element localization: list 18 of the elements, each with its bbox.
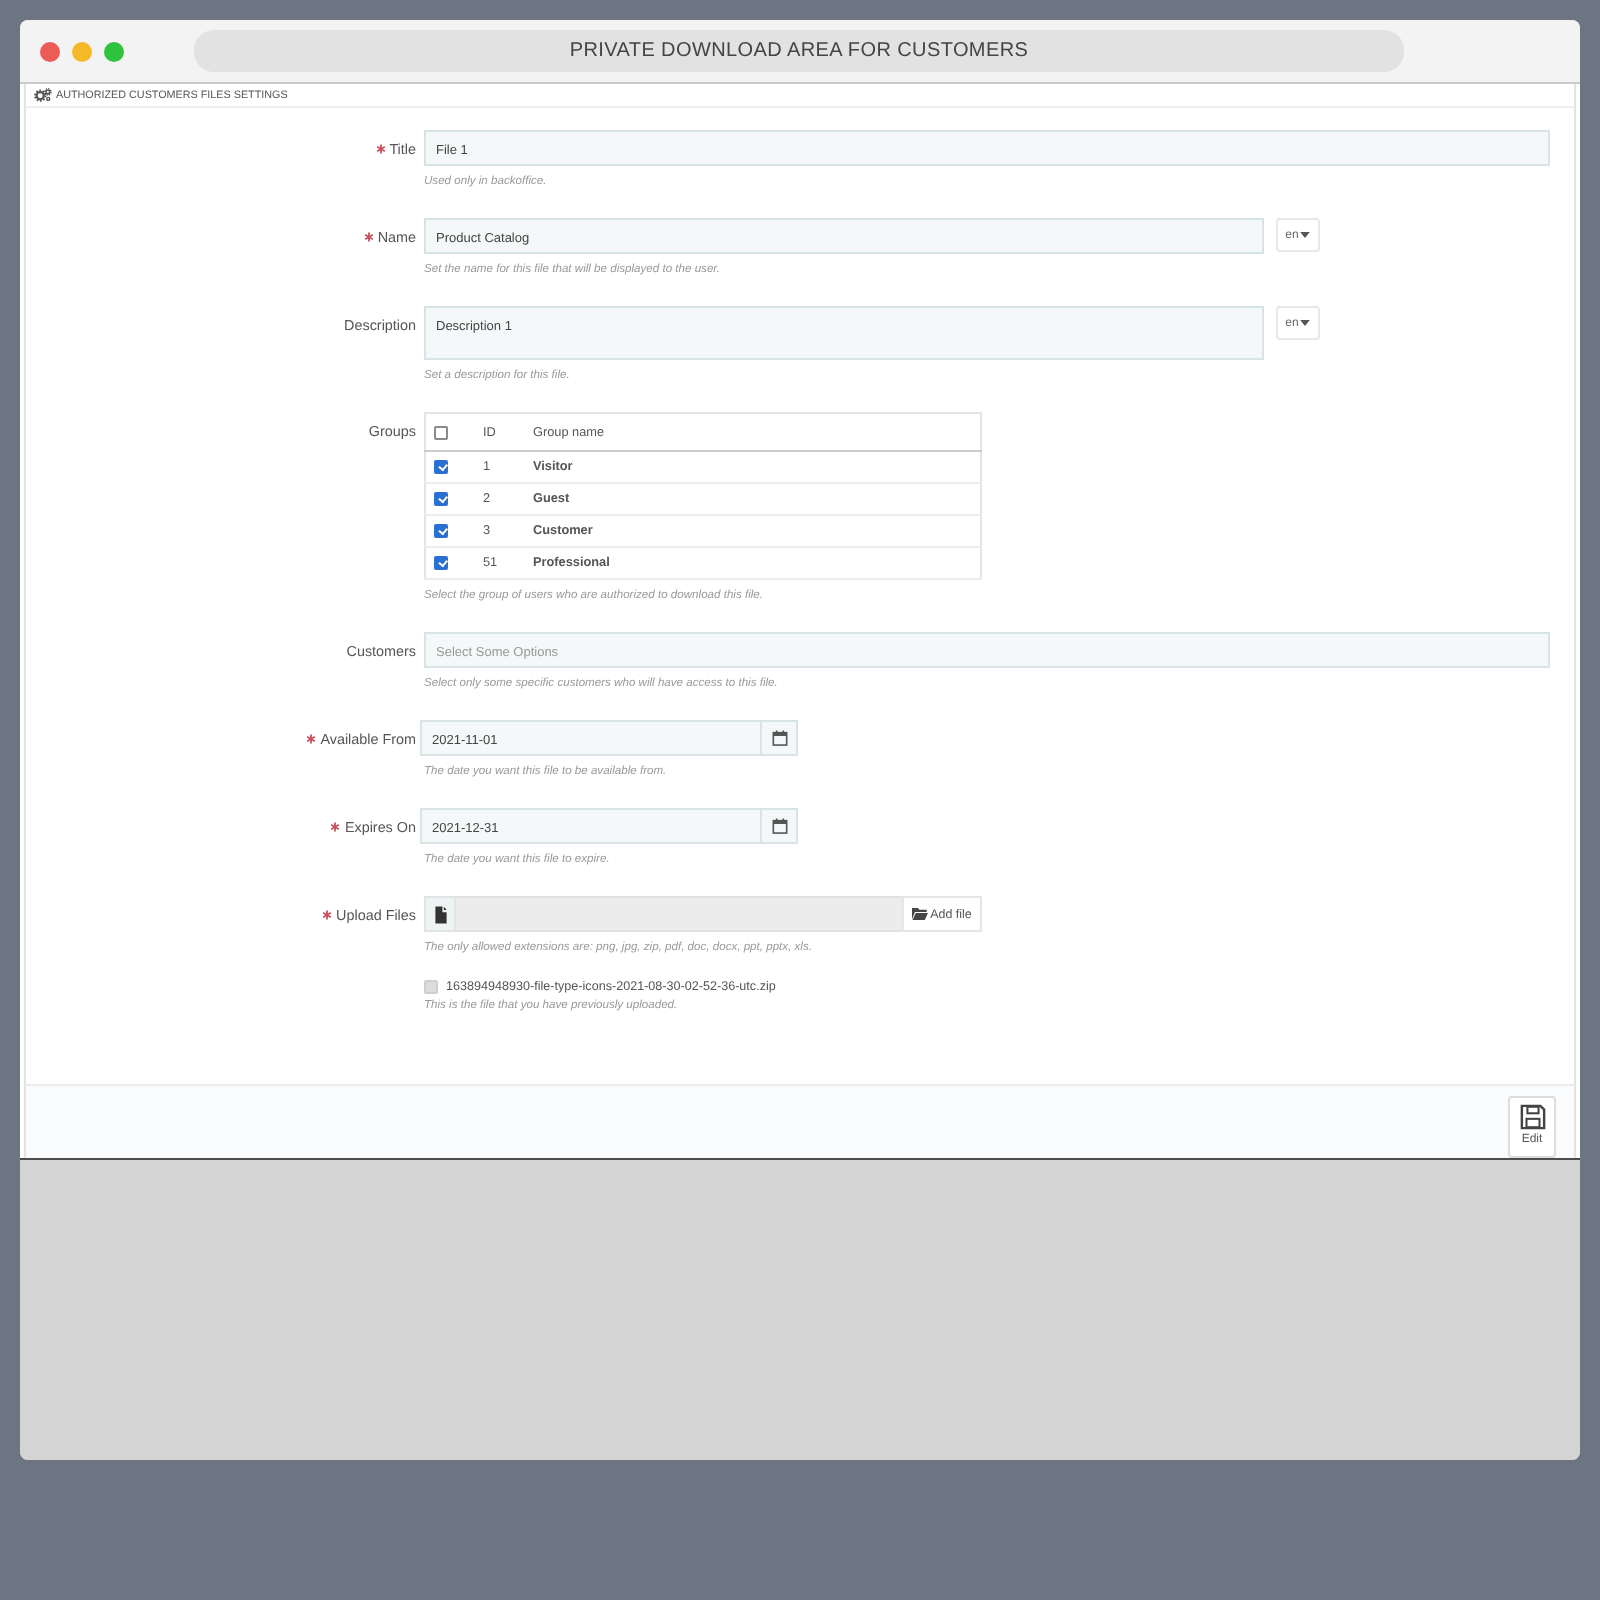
select-all-checkbox[interactable] — [434, 425, 448, 439]
group-checkbox[interactable] — [434, 524, 448, 538]
folder-icon — [912, 908, 929, 920]
group-checkbox[interactable] — [434, 460, 448, 474]
file-name-field[interactable] — [456, 896, 902, 932]
window-title: PRIVATE DOWNLOAD AREA FOR CUSTOMERS — [569, 40, 1029, 62]
calendar-button[interactable] — [762, 808, 798, 844]
group-checkbox[interactable] — [434, 556, 448, 570]
gears-icon — [34, 88, 52, 102]
group-checkbox[interactable] — [434, 492, 448, 506]
close-window-icon[interactable] — [40, 41, 60, 61]
calendar-icon — [771, 818, 787, 834]
save-icon — [1519, 1104, 1545, 1130]
caret-icon — [1300, 320, 1311, 326]
calendar-button[interactable] — [762, 720, 798, 756]
file-icon — [433, 905, 447, 923]
caret-icon — [1300, 232, 1311, 238]
calendar-icon — [771, 730, 787, 746]
